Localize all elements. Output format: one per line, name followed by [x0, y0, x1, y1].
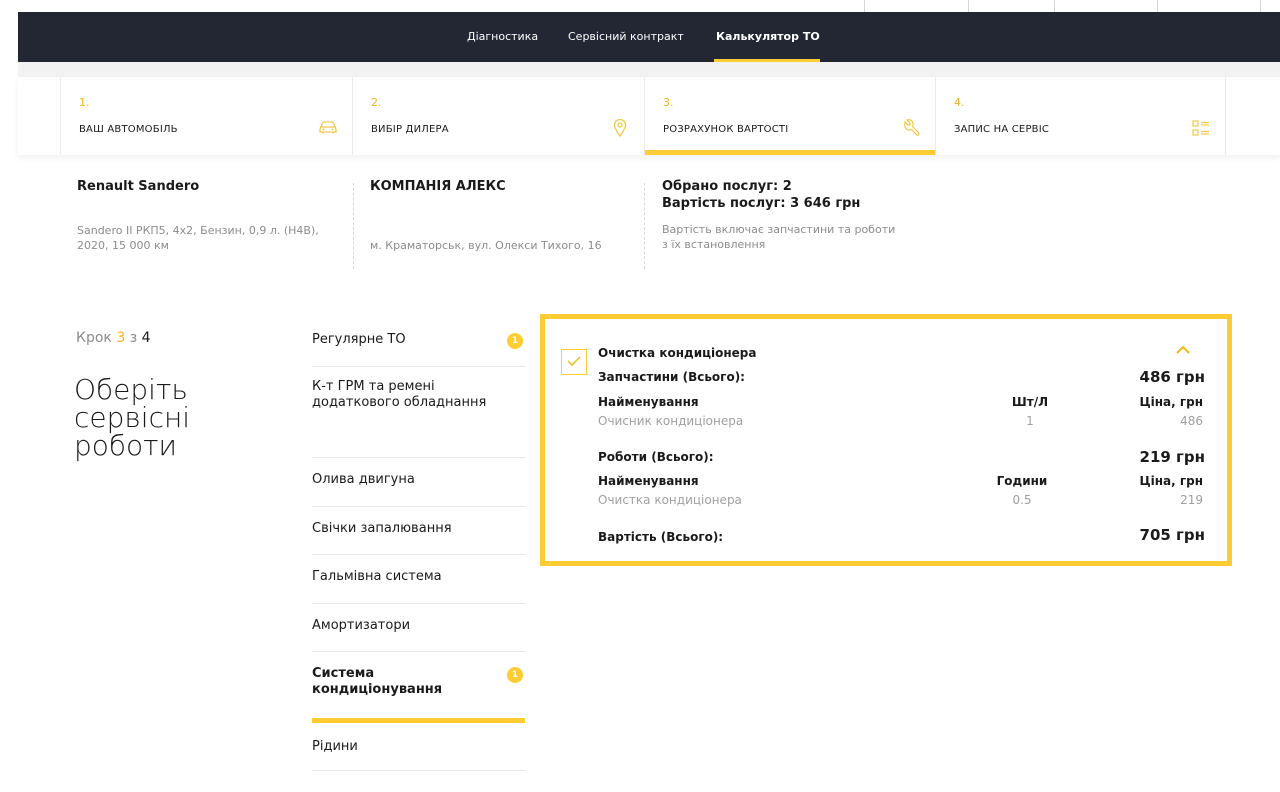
step-counter: Крок 3 з 4 — [76, 330, 151, 346]
step-counter-current: 3 — [116, 330, 126, 346]
labor-col-hours: Години — [996, 474, 1048, 488]
parts-col-name: Найменування — [598, 395, 699, 409]
services-total: Вартість послуг: 3 646 грн — [662, 196, 861, 211]
steps-bar: 1. ВАШ АВТОМОБІЛЬ 2. ВИБІР ДИЛЕРА 3. РОЗ… — [18, 77, 1280, 155]
step-counter-total: 4 — [141, 330, 151, 346]
service-checkbox[interactable] — [561, 349, 587, 375]
services-count: Обрано послуг: 2 — [662, 179, 792, 194]
category-fluids[interactable]: Рідини — [312, 723, 525, 771]
labor-row-price: 219 — [1180, 493, 1203, 507]
summary-dealer: КОМПАНІЯ АЛЕКС м. Краматорськ, вул. Олек… — [370, 178, 635, 253]
parts-row-name: Очисник кондиціонера — [598, 414, 744, 428]
dealer-address: м. Краматорськ, вул. Олекси Тихого, 16 — [370, 239, 602, 252]
car-icon — [318, 119, 338, 139]
step-number: 3. — [663, 96, 674, 109]
parts-total-value: 486 грн — [1139, 368, 1205, 386]
parts-row-qty: 1 — [1026, 414, 1034, 428]
step-number: 2. — [371, 96, 382, 109]
service-title: Очистка кондиціонера — [598, 346, 757, 360]
car-details: Sandero II РКП5, 4x2, Бензин, 0,9 л. (H4… — [77, 224, 319, 252]
summary-cost: Обрано послуг: 2 Вартість послуг: 3 646 … — [662, 178, 902, 252]
step-active-bar — [645, 150, 935, 155]
summary-divider — [353, 183, 354, 269]
checklist-icon — [1191, 119, 1211, 139]
step-label: ЗАПИС НА СЕРВІС — [954, 124, 1050, 135]
category-label: Олива двигуна — [312, 472, 415, 487]
step-label: ВАШ АВТОМОБІЛЬ — [79, 124, 178, 135]
page-title: Оберіть сервісні роботи — [74, 373, 191, 462]
step-counter-prefix: Крок — [76, 330, 112, 346]
category-label: Гальмівна система — [312, 569, 442, 584]
category-engine-oil[interactable]: Олива двигуна — [312, 458, 525, 507]
cost-note: Вартість включає запчастини та роботи з … — [662, 223, 896, 251]
grand-total-label: Вартість (Всього): — [598, 530, 724, 544]
labor-row-hours: 0.5 — [1012, 493, 1032, 507]
nav-item-maintenance-calculator[interactable]: Калькулятор ТО — [716, 12, 820, 62]
dealer-name: КОМПАНІЯ АЛЕКС — [370, 179, 506, 194]
step-your-car[interactable]: 1. ВАШ АВТОМОБІЛЬ — [60, 77, 352, 155]
step-label: ВИБІР ДИЛЕРА — [371, 124, 449, 135]
summary-divider — [644, 183, 645, 269]
nav-item-diagnostics[interactable]: Діагностика — [467, 12, 538, 62]
collapse-chevron-icon[interactable] — [1175, 343, 1191, 359]
category-shock-absorbers[interactable]: Амортизатори — [312, 604, 525, 652]
top-utility-strip — [864, 0, 1280, 12]
service-detail-panel: Очистка кондиціонера Запчастини (Всього)… — [540, 314, 1232, 566]
category-label: Система кондиціонування — [312, 666, 443, 697]
wrench-icon — [901, 119, 921, 139]
step-number: 4. — [954, 96, 965, 109]
grand-total-value: 705 грн — [1139, 526, 1205, 544]
step-dealer[interactable]: 2. ВИБІР ДИЛЕРА — [352, 77, 644, 155]
category-timing-belt[interactable]: К-т ГРМ та ремені додаткового обладнання — [312, 367, 525, 458]
car-model: Renault Sandero — [77, 179, 200, 194]
labor-row-name: Очистка кондиціонера — [598, 493, 742, 507]
labor-total-value: 219 грн — [1139, 448, 1205, 466]
category-label: Рідини — [312, 739, 358, 754]
category-label: Амортизатори — [312, 618, 411, 633]
category-label: Регулярне ТО — [312, 332, 406, 347]
labor-col-name: Найменування — [598, 474, 699, 488]
category-label: Свічки запалювання — [312, 521, 452, 536]
step-cost-calculation[interactable]: 3. РОЗРАХУНОК ВАРТОСТІ — [644, 77, 935, 155]
map-pin-icon — [610, 118, 630, 139]
parts-row-price: 486 — [1180, 414, 1203, 428]
nav-spacer-band — [18, 62, 1280, 77]
parts-total-label: Запчастини (Всього): — [598, 370, 745, 384]
category-label: К-т ГРМ та ремені додаткового обладнання — [312, 379, 487, 410]
summary-car: Renault Sandero Sandero II РКП5, 4x2, Бе… — [77, 178, 327, 253]
category-spark-plugs[interactable]: Свічки запалювання — [312, 507, 525, 555]
step-counter-of: з — [129, 330, 138, 346]
category-count-badge: 1 — [507, 333, 523, 349]
category-count-badge: 1 — [507, 667, 523, 683]
labor-col-price: Ціна, грн — [1139, 474, 1203, 488]
nav-item-service-contract[interactable]: Сервісний контракт — [568, 12, 684, 62]
step-number: 1. — [79, 96, 90, 109]
parts-col-price: Ціна, грн — [1139, 395, 1203, 409]
category-regular-maintenance[interactable]: Регулярне ТО 1 — [312, 318, 525, 367]
step-label: РОЗРАХУНОК ВАРТОСТІ — [663, 124, 789, 135]
parts-col-qty: Шт/Л — [1011, 395, 1049, 409]
category-air-conditioning[interactable]: Система кондиціонування 1 — [312, 652, 525, 723]
main-nav: Діагностика Сервісний контракт Калькулят… — [18, 12, 1280, 62]
labor-total-label: Роботи (Всього): — [598, 450, 714, 464]
step-service-booking[interactable]: 4. ЗАПИС НА СЕРВІС — [935, 77, 1226, 155]
category-brake-system[interactable]: Гальмівна система — [312, 555, 525, 604]
service-category-list: Регулярне ТО 1 К-т ГРМ та ремені додатко… — [312, 318, 525, 771]
